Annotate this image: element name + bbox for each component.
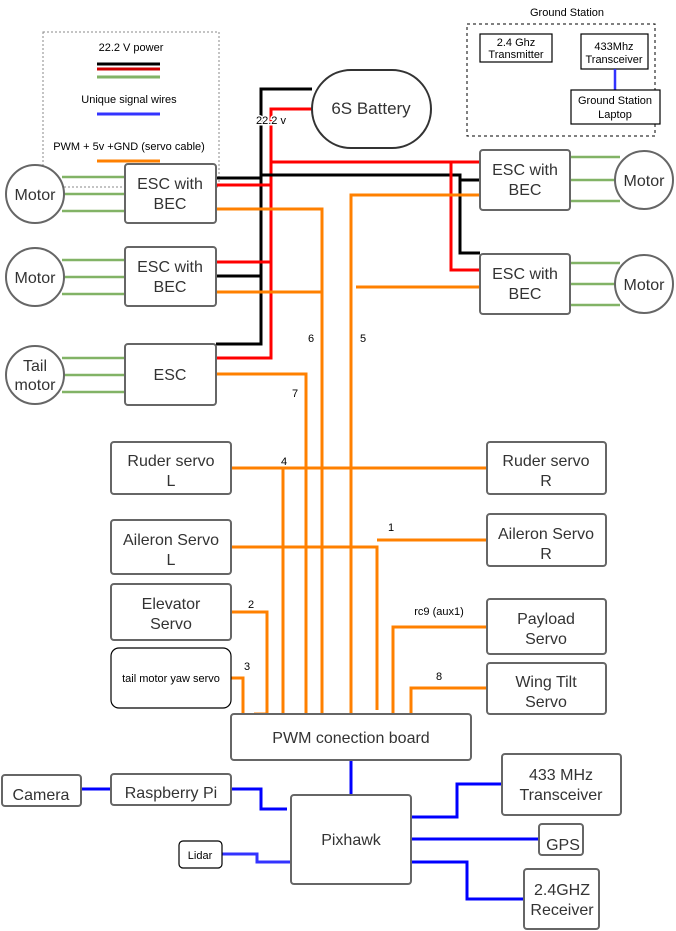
transmitter-label: Transmitter (488, 49, 544, 61)
receiver-24ghz-label: 2.4GHZ (534, 882, 590, 899)
channel-1-label: 1 (388, 522, 394, 534)
boards: PWM conection board Pixhawk Camera Raspb… (1, 713, 622, 930)
escs: ESC with BEC ESC with BEC ESC ESC with BEC … (124, 149, 571, 406)
esc-1-label: BEC (154, 196, 187, 213)
esc-4 (479, 253, 571, 315)
wing-tilt-servo-label: Wing Tilt (515, 674, 577, 691)
channel-rc9-label: rc9 (aux1) (414, 606, 464, 618)
gs-transceiver-label: Transceiver (585, 54, 642, 66)
aileron-servo-r-label: Aileron Servo (498, 526, 594, 543)
esc-4-label: BEC (509, 286, 542, 303)
channel-8-label: 8 (436, 671, 442, 683)
channel-2-label: 2 (248, 599, 254, 611)
channel-5-label: 5 (360, 333, 366, 345)
gs-transceiver-label: 433Mhz (594, 41, 633, 53)
transceiver-433 (501, 753, 622, 816)
ruder-servo-l-label: L (167, 473, 176, 490)
transmitter-label: 2.4 Ghz (497, 37, 536, 49)
laptop-label: Ground Station (578, 95, 652, 107)
raspberry-pi-label: Raspberry Pi (125, 785, 217, 802)
elevator-servo-label: Elevator (142, 596, 201, 613)
tail-yaw-servo-label: tail motor yaw servo (122, 673, 220, 685)
servos: Ruder servo L Ruder servo R Aileron Servo L… (110, 441, 607, 715)
transceiver-433-label: Transceiver (520, 787, 604, 804)
esc-2-label: BEC (154, 279, 187, 296)
lidar-label: Lidar (188, 850, 213, 862)
motor-1-label: Motor (15, 187, 57, 204)
wiring-diagram: 22.2 V power Unique signal wires PWM + 5… (1, 7, 674, 930)
gps-label: GPS (546, 837, 580, 854)
payload-servo-label: Servo (525, 631, 567, 648)
motor-4-label: Motor (624, 277, 666, 294)
esc-2-label: ESC with (137, 259, 203, 276)
pixhawk-label: Pixhawk (321, 832, 382, 849)
ruder-servo-r-label: R (540, 473, 552, 490)
esc-3 (479, 149, 571, 211)
legend-servo-label: PWM + 5v +GND (servo cable) (53, 141, 205, 153)
channel-6-label: 6 (308, 333, 314, 345)
ground-station-title: Ground Station (530, 7, 604, 19)
elevator-servo-label: Servo (150, 616, 192, 633)
esc-3-label: BEC (509, 182, 542, 199)
receiver-24ghz (523, 868, 600, 930)
esc-1-label: ESC with (137, 176, 203, 193)
legend-power-label: 22.2 V power (99, 42, 164, 54)
tail-motor (5, 345, 65, 405)
legend-signal-label: Unique signal wires (81, 94, 177, 106)
wing-tilt-servo-label: Servo (525, 694, 567, 711)
ruder-servo-r-label: Ruder servo (502, 453, 589, 470)
aileron-servo-l-label: Aileron Servo (123, 532, 219, 549)
esc-2 (124, 246, 217, 307)
servo-wires (216, 193, 487, 716)
camera-label: Camera (13, 787, 70, 804)
pwm-board-label: PWM conection board (272, 730, 429, 747)
esc-4-label: ESC with (492, 266, 558, 283)
aileron-servo-r-label: R (540, 546, 552, 563)
esc-1 (124, 163, 217, 224)
tail-esc-label: ESC (154, 367, 187, 384)
channel-4-label: 4 (281, 456, 287, 468)
tail-motor-label: Tail (23, 358, 47, 375)
payload-servo-label: Payload (517, 611, 575, 628)
channel-labels: 1 2 3 4 5 6 7 8 rc9 (aux1) (244, 333, 464, 683)
esc-3-label: ESC with (492, 162, 558, 179)
battery-label: 6S Battery (331, 99, 411, 118)
ruder-servo-l-label: Ruder servo (127, 453, 214, 470)
channel-7-label: 7 (292, 388, 298, 400)
tail-motor-label: motor (15, 377, 57, 394)
motor-2-label: Motor (15, 270, 57, 287)
motor-3-label: Motor (624, 173, 666, 190)
ground-station: Ground Station 2.4 Ghz Transmitter 433Mhz… (466, 7, 661, 137)
laptop-label: Laptop (598, 109, 632, 121)
channel-3-label: 3 (244, 661, 250, 673)
transceiver-433-label: 433 MHz (529, 767, 593, 784)
receiver-24ghz-label: Receiver (530, 902, 594, 919)
aileron-servo-l-label: L (167, 552, 176, 569)
voltage-label: 22.2 v (256, 115, 286, 127)
